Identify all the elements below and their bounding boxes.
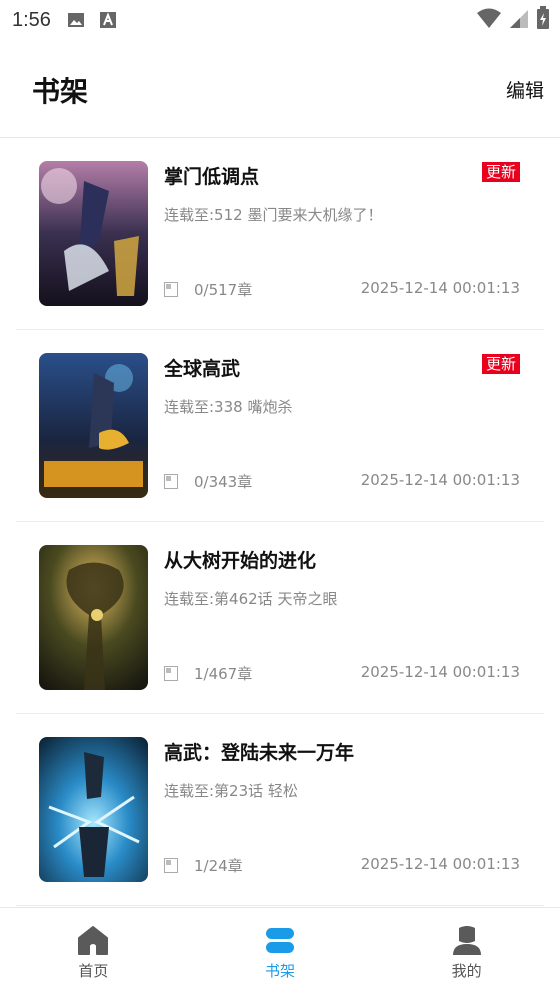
nav-profile[interactable]: 我的	[373, 908, 560, 995]
page-title: 书架	[32, 75, 89, 108]
reading-progress: 0/343章	[164, 471, 252, 492]
latest-chapter: 连载至:338 嘴炮杀	[164, 398, 293, 416]
update-date: 2025-12-14 00:01:13	[360, 663, 520, 681]
update-date: 2025-12-14 00:01:13	[360, 855, 520, 873]
book-title: 全球高武	[164, 358, 241, 380]
progress-text: 1/467章	[194, 665, 253, 683]
book-list: 掌门低调点 更新 连载至:512 墨门要来大机缘了！ 0/517章 2025-1…	[16, 138, 544, 906]
update-badge: 更新	[481, 354, 520, 374]
update-date: 2025-12-14 00:01:13	[360, 471, 520, 489]
home-icon	[78, 926, 109, 955]
book-title: 高武：登陆未来一万年	[164, 742, 355, 764]
book-item[interactable]: 高武：登陆未来一万年 连载至:第23话 轻松 1/24章 2025-12-14 …	[16, 714, 544, 906]
progress-text: 1/24章	[194, 857, 243, 875]
reading-progress: 1/24章	[164, 855, 243, 876]
book-item[interactable]: 掌门低调点 更新 连载至:512 墨门要来大机缘了！ 0/517章 2025-1…	[16, 138, 544, 330]
progress-text: 0/343章	[194, 473, 253, 491]
book-cover[interactable]	[39, 737, 148, 882]
update-badge: 更新	[481, 162, 520, 182]
latest-chapter: 连载至:512 墨门要来大机缘了！	[164, 206, 383, 224]
edit-button[interactable]: 编辑	[506, 76, 544, 103]
status-bar: 1:56	[0, 0, 560, 40]
nav-bookshelf[interactable]: 书架	[187, 908, 374, 995]
progress-text: 0/517章	[194, 281, 253, 299]
reading-progress: 1/467章	[164, 663, 252, 684]
status-indicators	[476, 6, 550, 30]
book-item[interactable]: 从大树开始的进化 连载至:第462话 天帝之眼 1/467章 2025-12-1…	[16, 522, 544, 714]
text-notification-icon	[99, 12, 116, 28]
nav-home[interactable]: 首页	[0, 908, 187, 995]
bookmark-icon	[164, 858, 178, 873]
reading-progress: 0/517章	[164, 279, 252, 300]
bookshelf-icon	[266, 928, 294, 953]
book-cover[interactable]	[39, 353, 148, 498]
profile-icon	[452, 926, 481, 955]
status-time: 1:56	[12, 8, 51, 31]
wifi-icon	[477, 8, 501, 28]
image-notification-icon	[67, 13, 84, 27]
nav-label: 我的	[451, 962, 482, 980]
book-item[interactable]: 全球高武 更新 连载至:338 嘴炮杀 0/343章 2025-12-14 00…	[16, 330, 544, 522]
nav-label: 书架	[265, 962, 296, 980]
book-cover[interactable]	[39, 161, 148, 306]
bookmark-icon	[164, 666, 178, 681]
signal-icon	[510, 10, 528, 28]
bookmark-icon	[164, 474, 178, 489]
bookmark-icon	[164, 282, 178, 297]
latest-chapter: 连载至:第23话 轻松	[164, 782, 298, 800]
book-cover[interactable]	[39, 545, 148, 690]
latest-chapter: 连载至:第462话 天帝之眼	[164, 590, 338, 608]
update-date: 2025-12-14 00:01:13	[360, 279, 520, 297]
header: 书架 编辑	[0, 40, 560, 138]
book-title: 从大树开始的进化	[164, 550, 317, 572]
nav-label: 首页	[78, 962, 109, 980]
battery-icon	[537, 6, 549, 29]
bottom-nav: 首页 书架 我的	[0, 907, 560, 995]
book-title: 掌门低调点	[164, 166, 260, 188]
